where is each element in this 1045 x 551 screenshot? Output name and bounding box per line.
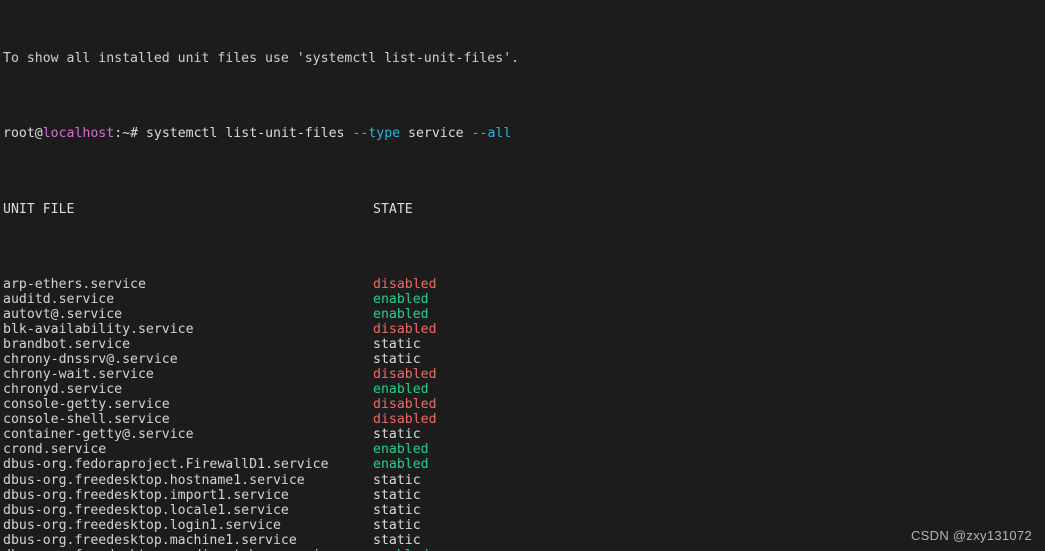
unit-file-cell: autovt@.service	[3, 306, 123, 322]
state-cell: disabled	[373, 367, 437, 383]
table-row: auditd.service enabled	[0, 292, 1045, 307]
state-cell: enabled	[373, 442, 429, 458]
state-cell: disabled	[373, 322, 437, 338]
command-space-1	[138, 126, 146, 141]
unit-file-cell: brandbot.service	[3, 337, 131, 353]
table-row: dbus-org.freedesktop.login1.service stati…	[0, 518, 1045, 533]
state-cell: static	[373, 502, 421, 518]
table-row: autovt@.service enabled	[0, 307, 1045, 322]
command-subcommand: list-unit-files	[225, 126, 345, 142]
state-cell: disabled	[373, 276, 437, 292]
state-cell: static	[373, 487, 421, 503]
table-rows-container: arp-ethers.service disabled auditd.service…	[0, 277, 1045, 551]
state-cell: static	[373, 517, 421, 533]
unit-file-cell: dbus-org.freedesktop.hostname1.service	[3, 472, 305, 488]
table-header-row: UNIT FILE STATE	[0, 202, 1045, 217]
command-arg-service: service	[408, 126, 464, 142]
command-flag-all: --all	[471, 126, 512, 142]
state-cell: static	[373, 352, 421, 368]
table-header-state: STATE	[373, 201, 413, 217]
terminal-window[interactable]: To show all installed unit files use 'sy…	[0, 0, 1045, 551]
table-row: chronyd.service enabled	[0, 382, 1045, 397]
unit-file-cell: chrony-dnssrv@.service	[3, 352, 178, 368]
table-row: brandbot.service static	[0, 337, 1045, 352]
state-cell: enabled	[373, 382, 429, 398]
table-row: dbus-org.freedesktop.machine1.service sta…	[0, 533, 1045, 548]
unit-file-cell: chronyd.service	[3, 382, 123, 398]
table-row: console-shell.service disabled	[0, 412, 1045, 427]
command-line: root@localhost:~# systemctl list-unit-fi…	[0, 126, 1045, 141]
state-cell: static	[373, 337, 421, 353]
unit-file-cell: crond.service	[3, 442, 107, 458]
state-cell: static	[373, 532, 421, 548]
unit-file-cell: dbus-org.freedesktop.machine1.service	[3, 532, 297, 548]
command-space-4	[400, 126, 408, 141]
unit-file-cell: blk-availability.service	[3, 322, 194, 338]
unit-file-cell: arp-ethers.service	[3, 276, 146, 292]
state-cell: enabled	[373, 306, 429, 322]
table-row: crond.service enabled	[0, 442, 1045, 457]
table-row: blk-availability.service disabled	[0, 322, 1045, 337]
prompt-tail: :~#	[114, 126, 139, 142]
unit-file-cell: container-getty@.service	[3, 427, 194, 443]
table-row: chrony-wait.service disabled	[0, 367, 1045, 382]
unit-file-cell: dbus-org.freedesktop.locale1.service	[3, 502, 289, 518]
terminal-screen[interactable]: To show all installed unit files use 'sy…	[0, 0, 1045, 551]
scrollback-hint-line: To show all installed unit files use 'sy…	[3, 51, 520, 67]
unit-file-cell: chrony-wait.service	[3, 367, 154, 383]
table-row: container-getty@.service static	[0, 427, 1045, 442]
table-row: console-getty.service disabled	[0, 397, 1045, 412]
state-cell: disabled	[373, 397, 437, 413]
unit-file-cell: console-shell.service	[3, 412, 170, 428]
unit-file-cell: dbus-org.freedesktop.login1.service	[3, 517, 281, 533]
prompt-user: root	[3, 126, 35, 142]
unit-file-cell: console-getty.service	[3, 397, 170, 413]
table-row: chrony-dnssrv@.service static	[0, 352, 1045, 367]
command-flag-type: --type	[352, 126, 401, 142]
unit-file-cell: dbus-org.fedoraproject.FirewallD1.servic…	[3, 457, 329, 473]
state-cell: disabled	[373, 412, 437, 428]
unit-file-cell: auditd.service	[3, 291, 115, 307]
prompt-at: @	[34, 126, 43, 142]
table-row: arp-ethers.service disabled	[0, 277, 1045, 292]
command-name: systemctl	[145, 126, 218, 142]
prompt-hostname: localhost	[42, 126, 115, 142]
command-space-5	[464, 126, 472, 141]
table-row: dbus-org.freedesktop.hostname1.service st…	[0, 473, 1045, 488]
state-cell: static	[373, 427, 421, 443]
unit-file-cell: dbus-org.freedesktop.import1.service	[3, 487, 289, 503]
table-row: dbus-org.fedoraproject.FirewallD1.servic…	[0, 457, 1045, 472]
table-row: dbus-org.freedesktop.locale1.service stat…	[0, 503, 1045, 518]
table-row: dbus-org.freedesktop.import1.service stat…	[0, 488, 1045, 503]
table-header-unit-file: UNIT FILE	[3, 201, 75, 217]
state-cell: enabled	[373, 457, 429, 473]
state-cell: enabled	[373, 291, 429, 307]
state-cell: static	[373, 472, 421, 488]
